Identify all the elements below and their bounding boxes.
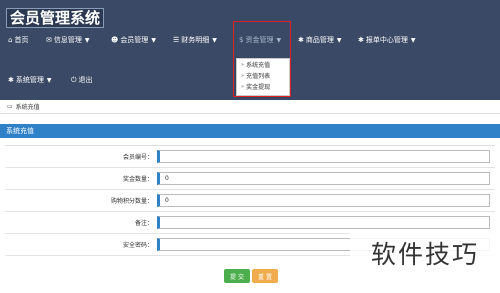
shopping-points-input[interactable]: 0: [157, 194, 490, 207]
gear-icon: ✱: [8, 75, 14, 84]
nav-item-info-management[interactable]: ✉ 信息管理 ▼: [46, 33, 90, 47]
app-title: 会员管理系统: [6, 8, 105, 28]
annotation-highlight-box: [233, 21, 291, 97]
gear-icon: ✱: [358, 35, 364, 44]
nav-item-label: 系统管理: [15, 76, 44, 84]
nav-item-finance-details[interactable]: ☰ 财务明细 ▼: [173, 33, 217, 47]
remark-label: 备注：: [134, 220, 153, 227]
bonus-amount-label: 奖金数量：: [122, 176, 153, 183]
form-row-bonus-amount: 奖金数量： 0: [5, 168, 495, 190]
list-icon: ☰: [173, 35, 180, 44]
reset-button[interactable]: 重 置: [252, 269, 278, 283]
top-navigation-bar: 会员管理系统 ⌂ 首页 ✉ 信息管理 ▼ ☻ 会员管理 ▼ ☰ 财务明细 ▼ $…: [0, 0, 500, 100]
gear-icon: ✱: [298, 35, 304, 44]
nav-item-label: 信息管理: [53, 36, 82, 44]
card-icon: ▭: [7, 103, 13, 110]
nav-item-label: 会员管理: [120, 36, 149, 44]
watermark: 软件技巧: [350, 230, 500, 275]
panel-header: 系统充值: [0, 124, 500, 138]
form-row-shopping-points: 购物积分数量： 0: [5, 190, 495, 212]
chat-icon: ✉: [46, 35, 52, 44]
chevron-down-icon: ▼: [212, 36, 217, 44]
chevron-down-icon: ▼: [151, 36, 156, 44]
nav-item-member-management[interactable]: ☻ 会员管理 ▼: [111, 33, 156, 47]
remark-input[interactable]: [157, 216, 490, 229]
home-icon: ⌂: [8, 35, 13, 44]
member-id-input[interactable]: [157, 150, 490, 163]
chevron-down-icon: ▼: [84, 36, 90, 44]
users-icon: ☻: [111, 35, 119, 44]
breadcrumb: ▭ 系统充值: [0, 100, 500, 114]
member-id-label: 会员编号：: [122, 154, 153, 161]
nav-item-label: 财务明细: [181, 36, 210, 44]
power-icon: ⏻: [71, 75, 77, 84]
nav-item-label: 报单中心管理: [365, 36, 408, 44]
nav-item-order-center[interactable]: ✱ 报单中心管理 ▼: [358, 33, 416, 47]
submit-button[interactable]: 提 交: [224, 269, 250, 283]
nav-item-label: 退出: [78, 76, 93, 84]
breadcrumb-text[interactable]: 系统充值: [16, 102, 40, 111]
nav-item-home[interactable]: ⌂ 首页: [8, 33, 28, 47]
panel-title: 系统充值: [6, 127, 34, 135]
nav-item-label: 首页: [14, 36, 29, 44]
security-password-label: 安全密码：: [122, 242, 153, 249]
form-row-member-id: 会员编号：: [5, 146, 495, 168]
nav-item-label: 商品管理: [305, 36, 334, 44]
bonus-amount-input[interactable]: 0: [157, 172, 490, 185]
chevron-down-icon: ▼: [46, 76, 52, 84]
nav-item-system-management[interactable]: ✱ 系统管理 ▼: [8, 73, 52, 87]
chevron-down-icon: ▼: [410, 36, 416, 44]
nav-item-goods-management[interactable]: ✱ 商品管理 ▼: [298, 33, 342, 47]
shopping-points-label: 购物积分数量：: [110, 198, 153, 205]
nav-item-logout[interactable]: ⏻ 退出: [71, 73, 93, 87]
chevron-down-icon: ▼: [336, 36, 342, 44]
